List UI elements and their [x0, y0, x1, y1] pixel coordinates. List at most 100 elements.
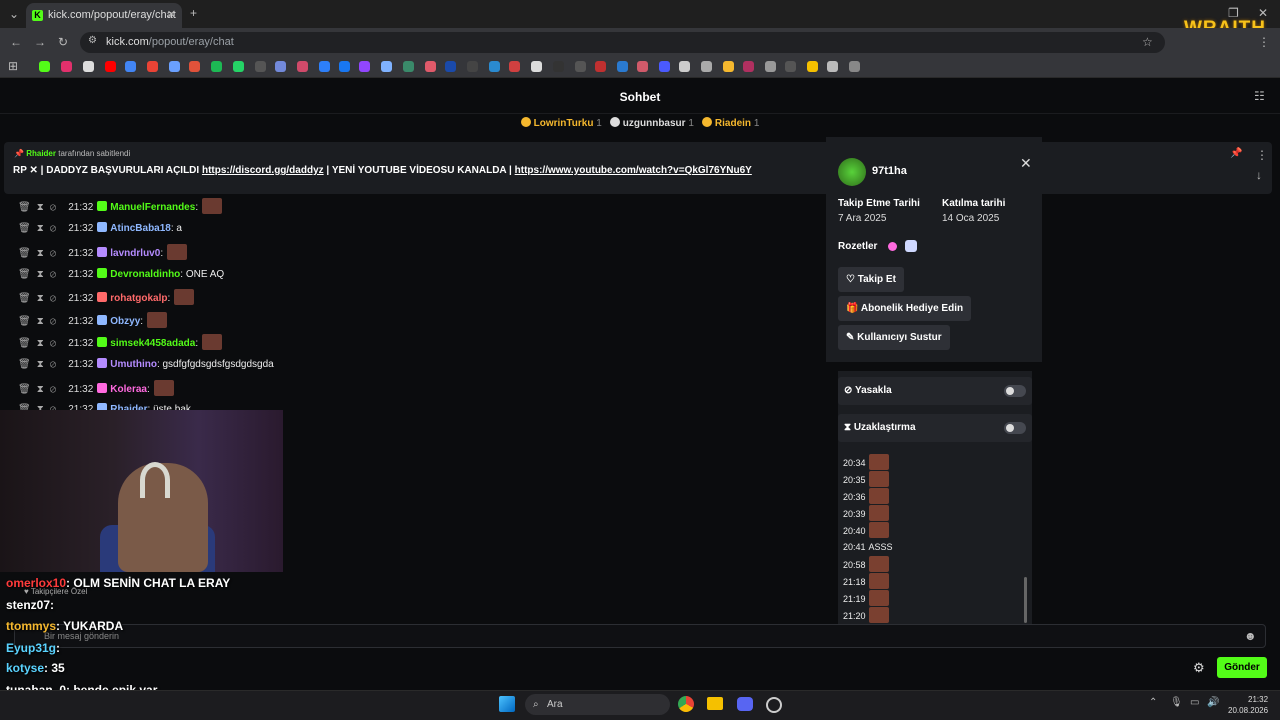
mod-tools-icon[interactable]: 🗑⧗⊘ — [18, 359, 62, 370]
bookmark-site-icon-5[interactable] — [381, 61, 392, 72]
bookmark-site-icon-25[interactable] — [827, 61, 838, 72]
bookmark-star-icon[interactable]: ☆ — [1142, 35, 1153, 49]
bookmark-site-icon-15[interactable] — [595, 61, 606, 72]
history-scrollbar[interactable] — [1024, 577, 1027, 623]
mod-tools-icon[interactable]: 🗑⧗⊘ — [18, 223, 62, 234]
close-icon[interactable]: ✕ — [1020, 155, 1032, 172]
bookmark-site-icon-16[interactable] — [617, 61, 628, 72]
bookmark-site-icon-11[interactable] — [509, 61, 520, 72]
bookmark-site-icon[interactable] — [169, 61, 180, 72]
pinned-link-discord[interactable]: https://discord.gg/daddyz — [202, 165, 324, 176]
bookmark-site-icon-18[interactable] — [659, 61, 670, 72]
pinned-link-youtube[interactable]: https://www.youtube.com/watch?v=QkGl76YN… — [515, 165, 752, 176]
bookmark-gmail-icon[interactable] — [147, 61, 158, 72]
badge-subscriber-icon[interactable] — [888, 242, 897, 251]
back-icon[interactable]: ← — [10, 35, 22, 49]
mod-tools-icon[interactable]: 🗑⧗⊘ — [18, 316, 62, 327]
bookmark-site-icon-17[interactable] — [637, 61, 648, 72]
gear-icon[interactable]: ⚙ — [1193, 660, 1205, 676]
message-username[interactable]: Koleraa — [110, 384, 147, 395]
bookmark-site-icon-6[interactable] — [403, 61, 414, 72]
volume-icon[interactable]: 🔊 — [1207, 697, 1219, 708]
message-username[interactable]: simsek4458adada — [110, 338, 195, 349]
bookmark-x-icon[interactable] — [83, 61, 94, 72]
bookmark-site-icon-22[interactable] — [743, 61, 754, 72]
bookmark-site-icon-8[interactable] — [445, 61, 456, 72]
address-bar[interactable]: kick.com/popout/eray/chat — [80, 32, 1165, 53]
taskbar-search[interactable]: ⌕ Ara — [525, 694, 670, 715]
chrome-taskbar-icon[interactable] — [678, 696, 694, 712]
bookmark-site-icon-4[interactable] — [319, 61, 330, 72]
bookmark-instagram-icon[interactable] — [61, 61, 72, 72]
bookmark-kick-icon[interactable] — [39, 61, 50, 72]
timeout-toggle[interactable] — [1004, 422, 1026, 434]
bookmark-site-icon-14[interactable] — [575, 61, 586, 72]
bookmark-reddit-icon[interactable] — [189, 61, 200, 72]
bookmark-spotify-icon[interactable] — [211, 61, 222, 72]
microphone-icon[interactable]: 🎙 — [1170, 697, 1183, 708]
chat-users-icon[interactable]: ☷ — [1254, 89, 1265, 103]
bookmark-site-icon-20[interactable] — [701, 61, 712, 72]
message-username[interactable]: lavndrluv0 — [110, 248, 160, 259]
chat-input[interactable] — [14, 624, 1266, 648]
bookmark-google-icon[interactable] — [125, 61, 136, 72]
bookmark-site-icon-19[interactable] — [679, 61, 690, 72]
gift-sub-button[interactable]: 🎁 Abonelik Hediye Edin — [838, 296, 972, 321]
bookmark-site-icon-7[interactable] — [425, 61, 436, 72]
message-username[interactable]: AtincBaba18 — [110, 223, 171, 234]
bookmark-site-icon-24[interactable] — [785, 61, 796, 72]
bookmark-facebook-icon[interactable] — [339, 61, 350, 72]
bookmark-steam-icon[interactable] — [255, 61, 266, 72]
emoji-icon[interactable]: ☻ — [1244, 629, 1257, 643]
bookmark-twitch-icon[interactable] — [359, 61, 370, 72]
site-info-icon[interactable]: ⚙ — [88, 35, 97, 46]
bookmark-site-icon-21[interactable] — [723, 61, 734, 72]
mute-user-button[interactable]: ✎ Kullanıcıyı Sustur — [838, 325, 950, 350]
top-gifter[interactable]: Riadein 1 — [701, 114, 759, 134]
message-username[interactable]: Umuthino — [110, 359, 157, 370]
browser-menu-icon[interactable]: ⋮ — [1258, 35, 1270, 49]
bookmark-site-icon-13[interactable] — [553, 61, 564, 72]
tab-list-icon[interactable]: ⌄ — [9, 7, 19, 21]
browser-tab[interactable]: K kick.com/popout/eray/chat ✕ — [26, 3, 182, 28]
file-explorer-icon[interactable] — [707, 697, 723, 710]
message-username[interactable]: Devronaldinho — [110, 269, 180, 280]
discord-icon[interactable] — [737, 697, 753, 711]
message-username[interactable]: Obzyy — [110, 316, 140, 327]
top-gifter[interactable]: uzgunnbasur 1 — [609, 114, 694, 134]
follow-button[interactable]: ♡ Takip Et — [838, 267, 904, 292]
mod-tools-icon[interactable]: 🗑⧗⊘ — [18, 338, 62, 349]
unpin-icon[interactable]: 📌 — [1230, 148, 1242, 159]
close-tab-icon[interactable]: ✕ — [167, 3, 176, 28]
bookmark-youtube-icon[interactable] — [105, 61, 116, 72]
apps-grid-icon[interactable]: ⊞ — [8, 59, 18, 73]
user-card-username[interactable]: 97t1ha — [872, 165, 907, 177]
pinned-author[interactable]: Rhaider — [26, 149, 56, 158]
start-icon[interactable] — [499, 696, 515, 712]
top-gifter[interactable]: LowrinTurku 1 — [520, 114, 602, 134]
bookmark-site-icon-26[interactable] — [849, 61, 860, 72]
mod-tools-icon[interactable]: 🗑⧗⊘ — [18, 248, 62, 259]
new-tab-icon[interactable]: + — [190, 6, 197, 20]
pinned-menu-icon[interactable]: ⋮ — [1256, 148, 1268, 162]
reload-icon[interactable]: ↻ — [58, 35, 68, 49]
send-button[interactable]: Gönder — [1217, 657, 1267, 678]
message-username[interactable]: rohatgokalp — [110, 293, 167, 304]
badge-gifter-icon[interactable] — [905, 240, 917, 252]
bookmark-site-icon-12[interactable] — [531, 61, 542, 72]
bookmark-site-icon-23[interactable] — [765, 61, 776, 72]
bookmark-site-icon-2[interactable] — [275, 61, 286, 72]
app-taskbar-icon[interactable] — [766, 697, 782, 713]
mod-tools-icon[interactable]: 🗑⧗⊘ — [18, 202, 62, 213]
forward-icon[interactable]: → — [34, 35, 46, 49]
bookmark-site-icon-9[interactable] — [467, 61, 478, 72]
network-icon[interactable]: ▭ — [1190, 697, 1199, 708]
bookmark-whatsapp-icon[interactable] — [233, 61, 244, 72]
bookmark-folder-icon[interactable] — [807, 61, 818, 72]
bookmark-site-icon-3[interactable] — [297, 61, 308, 72]
ban-toggle[interactable] — [1004, 385, 1026, 397]
mod-tools-icon[interactable]: 🗑⧗⊘ — [18, 293, 62, 304]
tray-expand-icon[interactable]: ⌃ — [1149, 697, 1157, 708]
mod-tools-icon[interactable]: 🗑⧗⊘ — [18, 384, 62, 395]
message-username[interactable]: ManuelFernandes — [110, 202, 195, 213]
